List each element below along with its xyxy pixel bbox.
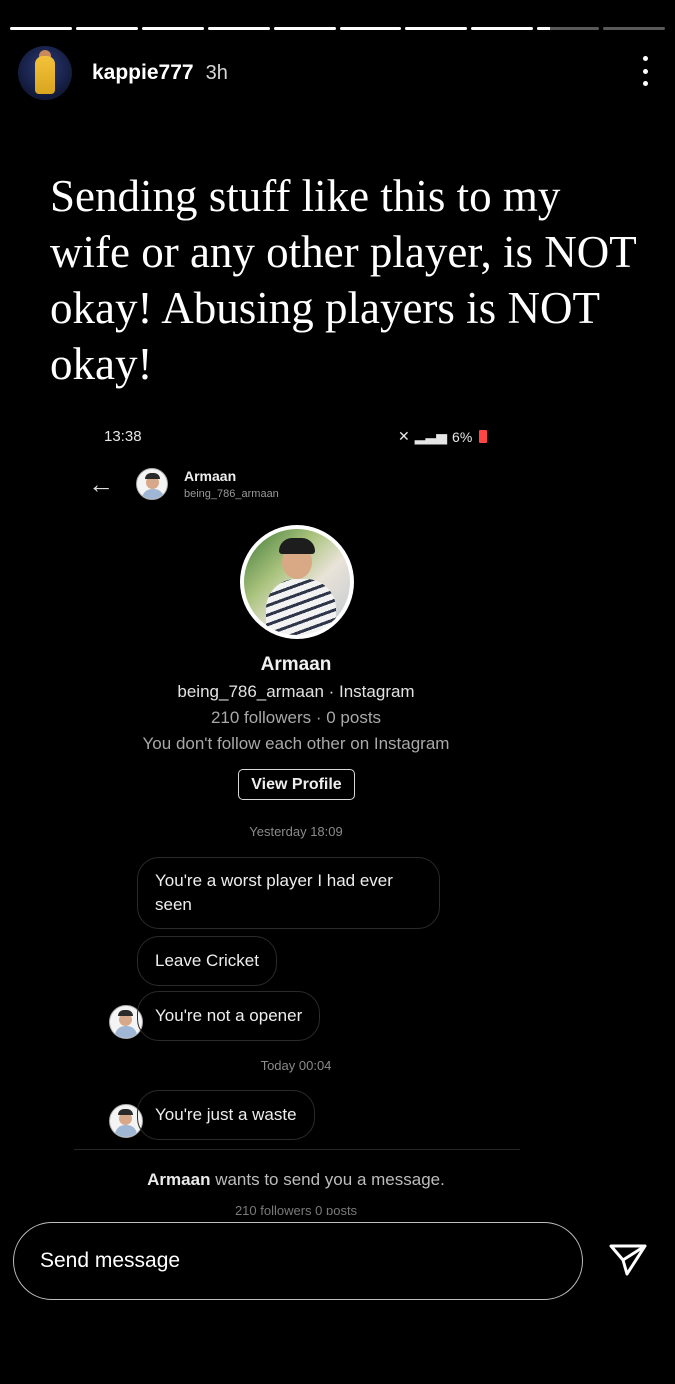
avatar[interactable] [136,468,168,500]
progress-segment [141,27,204,30]
profile-picture[interactable] [240,525,354,639]
message-bubble[interactable]: Leave Cricket [137,936,277,986]
dm-header: ← Armaan being_786_armaan [88,466,279,502]
dm-contact-handle: being_786_armaan [184,488,279,500]
view-profile-button[interactable]: View Profile [238,769,355,800]
timestamp: Yesterday 18:09 [249,824,343,839]
dm-contact-name: Armaan [184,468,237,484]
send-message-input[interactable]: Send message [13,1222,583,1300]
message-bubble[interactable]: You're a worst player I had ever seen [137,857,440,929]
progress-segment [339,27,402,30]
story-time: 3h [205,61,228,84]
story-username[interactable]: kappie777 [92,61,194,85]
status-icons: ✕ ▂▃▅ 6% [398,428,488,445]
progress-segment [603,27,666,30]
mute-icon: ✕ [398,428,410,444]
profile-stats: 210 followers · 0 posts [210,708,382,727]
request-subtext: 210 followers 0 posts [234,1203,358,1215]
request-sender-name: Armaan [147,1170,211,1189]
more-options-icon[interactable] [635,56,655,86]
story-caption: Sending stuff like this to my wife or an… [50,171,636,389]
story-progress-bar [10,27,666,30]
divider [74,1149,520,1150]
request-text: wants to send you a message. [210,1170,445,1189]
profile-name: Armaan [260,654,332,675]
progress-segment [405,27,468,30]
progress-segment [537,27,600,30]
story-header: kappie777 3h [18,46,657,100]
timestamp: Today 00:04 [260,1058,332,1073]
message-request-text: Armaan wants to send you a message. [0,1170,592,1190]
status-time: 13:38 [104,428,142,445]
progress-segment [273,27,336,30]
profile-follow-status: You don't follow each other on Instagram [142,734,450,753]
send-icon[interactable] [608,1243,648,1277]
message-bubble[interactable]: You're not a opener [137,991,321,1041]
avatar[interactable] [18,46,72,100]
progress-segment [471,27,534,30]
profile-handle: being_786_armaan · Instagram [177,682,415,701]
progress-segment [75,27,138,30]
message-bubble[interactable]: You're just a waste [137,1090,315,1140]
battery-percent: 6% [452,428,473,445]
battery-icon [479,430,488,443]
back-arrow-icon[interactable]: ← [88,469,116,500]
progress-segment [207,27,270,30]
progress-segment [10,27,72,30]
signal-icon: ▂▃▅ [414,428,448,444]
